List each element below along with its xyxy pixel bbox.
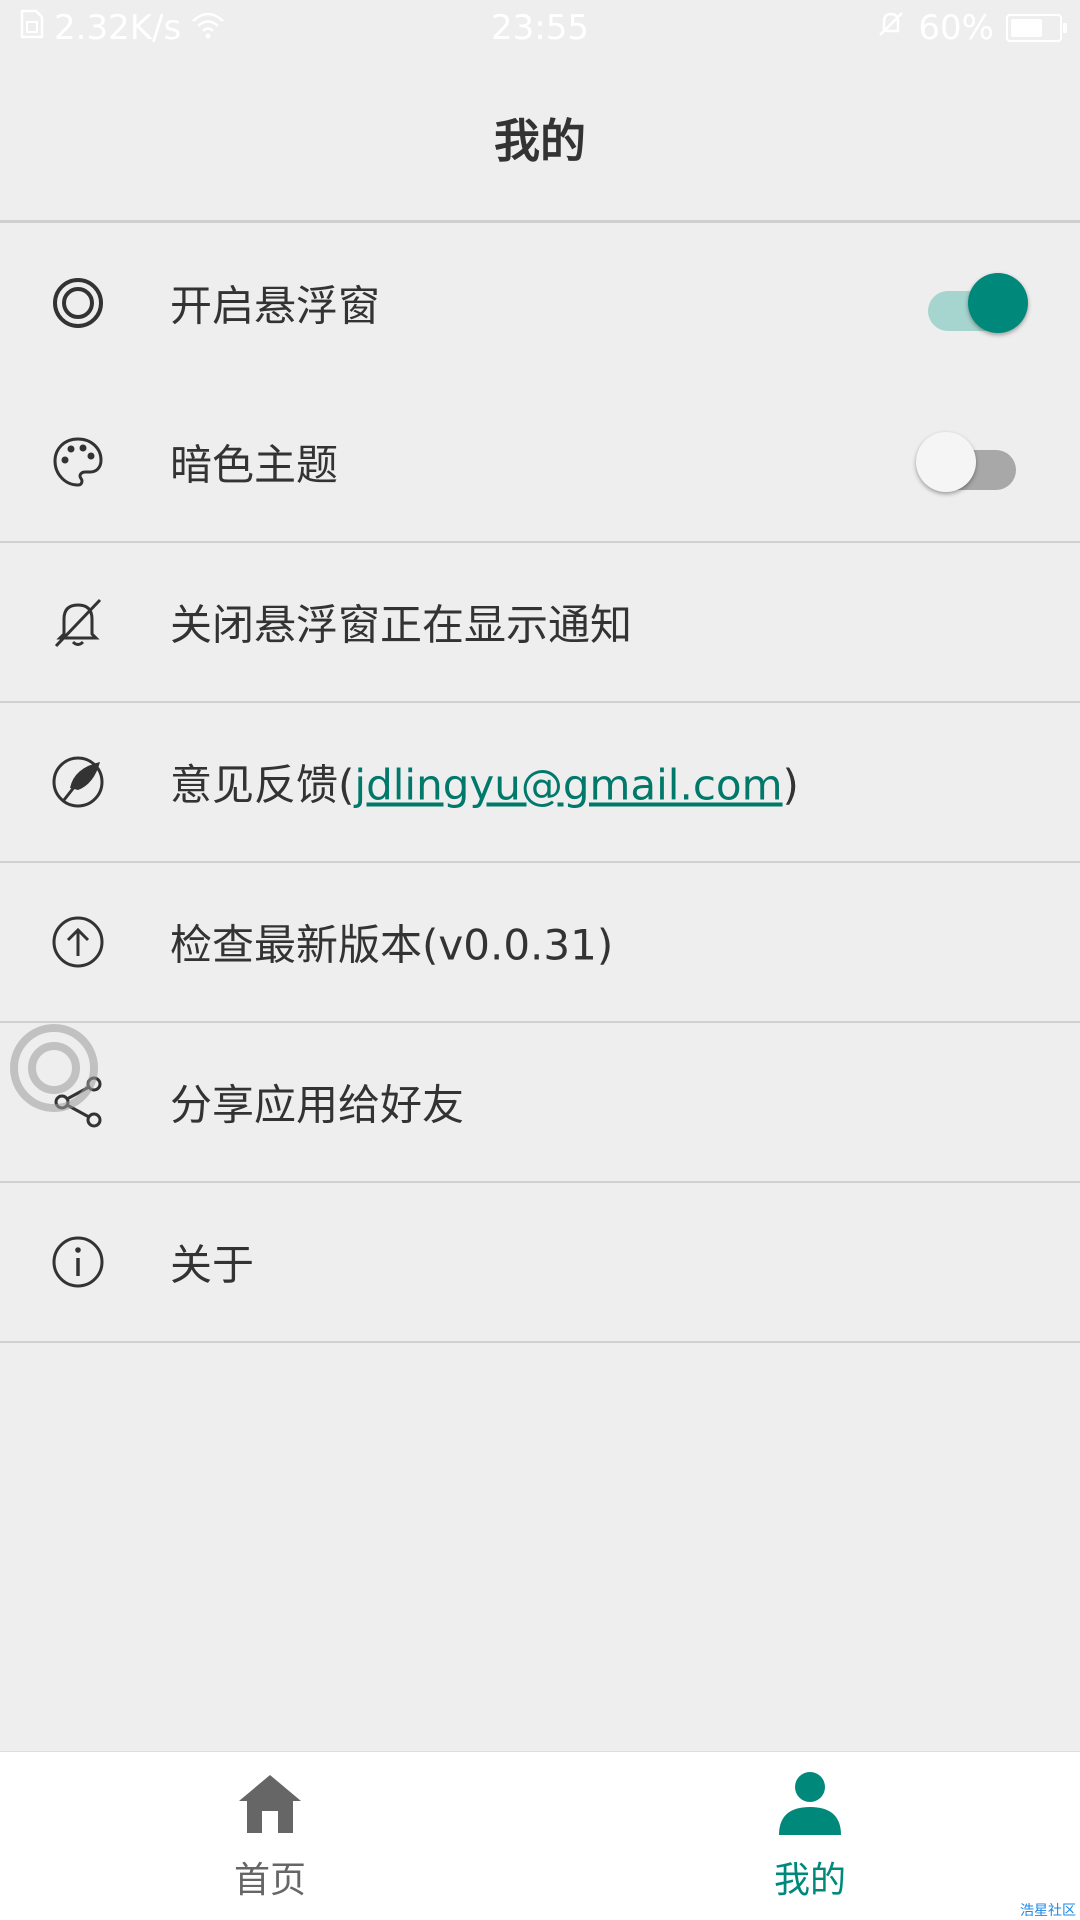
screen: 2.32K/s 23:55 60% 我的 开启悬浮窗 暗色主题 关闭悬浮窗正在显…	[0, 0, 1080, 1920]
feather-icon	[50, 754, 106, 810]
setting-about[interactable]: 关于	[0, 1183, 1080, 1343]
battery-icon	[1006, 14, 1067, 42]
setting-check-update[interactable]: 检查最新版本(v0.0.31)	[0, 863, 1080, 1023]
target-icon	[50, 275, 106, 331]
setting-dark-theme[interactable]: 暗色主题	[0, 383, 1080, 543]
setting-floating-window[interactable]: 开启悬浮窗	[0, 223, 1080, 383]
info-icon	[50, 1234, 106, 1290]
setting-label: 意见反馈(jdlingyu@gmail.com)	[170, 752, 799, 813]
bell-muted-icon	[876, 8, 906, 48]
status-bar: 2.32K/s 23:55 60%	[0, 0, 1080, 56]
feedback-paren-close: )	[782, 760, 799, 810]
nav-home-label: 首页	[233, 1860, 306, 1901]
setting-label: 检查最新版本(v0.0.31)	[170, 920, 614, 970]
bottom-navigation: 首页 我的	[0, 1751, 1080, 1920]
floating-window-toggle[interactable]	[920, 273, 1028, 333]
setting-feedback[interactable]: 意见反馈(jdlingyu@gmail.com)	[0, 703, 1080, 863]
setting-label: 关于	[170, 1240, 255, 1290]
page-title: 我的	[494, 114, 586, 168]
palette-icon	[50, 434, 106, 490]
battery-percent: 60%	[918, 8, 994, 48]
nav-mine[interactable]: 我的	[540, 1752, 1080, 1920]
setting-share[interactable]: 分享应用给好友	[0, 1023, 1080, 1183]
setting-label: 分享应用给好友	[170, 1080, 465, 1130]
bell-off-icon	[50, 594, 106, 650]
app-header: 我的	[0, 56, 1080, 223]
battery-fill	[1011, 19, 1043, 37]
settings-list: 开启悬浮窗 暗色主题 关闭悬浮窗正在显示通知 意见反馈(jdlingyu@gma…	[0, 223, 1080, 1343]
floating-window-ball[interactable]	[8, 1022, 100, 1114]
feedback-text: 意见反馈	[170, 760, 339, 810]
person-icon	[775, 1769, 845, 1843]
setting-close-notification[interactable]: 关闭悬浮窗正在显示通知	[0, 543, 1080, 703]
feedback-paren-open: (	[338, 760, 355, 810]
arrow-up-circle-icon	[50, 914, 106, 970]
switch-thumb	[916, 432, 976, 492]
nav-mine-label: 我的	[773, 1860, 846, 1901]
switch-thumb	[968, 273, 1028, 333]
setting-label: 暗色主题	[170, 440, 339, 490]
setting-label: 开启悬浮窗	[170, 281, 381, 331]
dark-theme-toggle[interactable]	[916, 432, 1024, 492]
watermark: 浩星社区	[1020, 1903, 1076, 1919]
setting-label: 关闭悬浮窗正在显示通知	[170, 600, 633, 650]
home-icon	[235, 1769, 305, 1843]
nav-home[interactable]: 首页	[0, 1752, 540, 1920]
feedback-email-link[interactable]: jdlingyu@gmail.com	[354, 761, 782, 810]
status-right: 60%	[876, 8, 1067, 48]
